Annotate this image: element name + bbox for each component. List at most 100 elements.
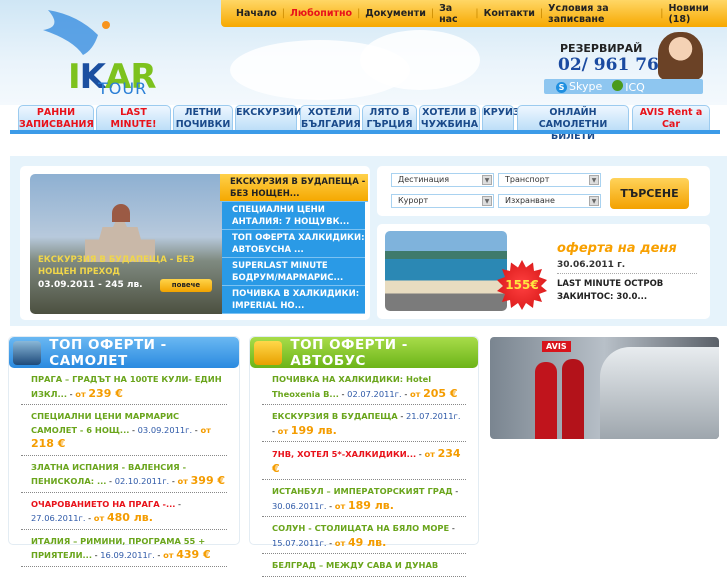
- offer-date: 16.09.2011г.: [100, 550, 155, 560]
- nav-separator: |: [539, 8, 544, 19]
- offer-from-label: от: [177, 476, 188, 486]
- car-image: [600, 347, 719, 439]
- bus-icon: [254, 340, 283, 365]
- logo[interactable]: IKAR TOUR: [38, 5, 178, 100]
- offer-price: 399 €: [190, 474, 226, 487]
- offer-from-label: от: [334, 500, 346, 511]
- offer-from-label: от: [93, 513, 105, 523]
- nav-tab[interactable]: ЕКСКУРЗИИ: [235, 105, 302, 132]
- parliament-dome: [112, 204, 130, 222]
- wing-icon: [43, 10, 110, 55]
- topnav-link[interactable]: Начало: [236, 8, 277, 19]
- slide-date-price: 03.09.2011 - 245 лв.: [38, 280, 143, 290]
- offer-title-link[interactable]: СОЛУН - СТОЛИЦАТА НА БЯЛО МОРЕ: [272, 523, 449, 533]
- avis-staff-image: [562, 359, 584, 439]
- slider-list-item[interactable]: СПЕЦИАЛНИ ЦЕНИ АНТАЛИЯ: 7 НОЩУВК...: [222, 202, 365, 230]
- reserve-label: РЕЗЕРВИРАЙ: [560, 42, 643, 55]
- nav-tab[interactable]: РАННИ ЗАПИСВАНИЯ: [18, 105, 94, 132]
- nav-tab[interactable]: ЛЕТНИ ПОЧИВКИ: [173, 105, 233, 132]
- avis-logo: AVIS: [542, 341, 571, 352]
- offer-price: 189 лв.: [347, 498, 394, 512]
- topnav-link[interactable]: Новини (18): [668, 3, 727, 25]
- offer-from-label: от: [75, 388, 86, 399]
- slide-caption: ЕКСКУРЗИЯ В БУДАПЕЩА - БЕЗ НОЩЕН ПРЕХОД: [38, 255, 195, 277]
- logo-subtext: TOUR: [98, 79, 148, 98]
- search-button[interactable]: ТЪРСЕНЕ: [610, 178, 689, 209]
- topnav-link[interactable]: Документи: [365, 8, 426, 19]
- slider-image[interactable]: ЕКСКУРЗИЯ В БУДАПЕЩА - БЕЗ НОЩЕН ПРЕХОД …: [30, 174, 223, 314]
- meals-select[interactable]: Изхранване ▼: [498, 194, 601, 208]
- slider-list-item[interactable]: SUPERLAST MINUTE БОДРУМ/МАРМАРИС...: [222, 258, 365, 286]
- airplane-icon: [13, 340, 42, 365]
- offer-item: 7НВ, ХОТЕЛ 5*-ХАЛКИДИКИ... - от 234 €: [262, 442, 466, 480]
- offer-from-label: от: [409, 388, 421, 399]
- offer-item: ПОЧИВКА НА ХАЛКИДИКИ: Hotel Theoxenia B.…: [262, 368, 466, 405]
- offer-date: 02.10.2011г.: [114, 476, 170, 486]
- nav-separator: |: [281, 8, 285, 19]
- plane-offers-column: ТОП ОФЕРТИ - САМОЛЕТ ПРАГА – ГРАДЪТ НА 1…: [8, 336, 240, 567]
- nav-tab[interactable]: ХОТЕЛИ БЪЛГАРИЯ: [300, 105, 361, 132]
- dropdown-arrow-icon: ▼: [482, 175, 492, 185]
- deal-date: 30.06.2011 г.: [557, 260, 626, 270]
- nav-tab[interactable]: AVIS Rent a Car: [632, 105, 710, 132]
- offer-title-link[interactable]: ПРАГА – ГРАДЪТ НА 100ТЕ КУЛИ- ЕДИН ИЗКЛ.…: [31, 374, 222, 399]
- messenger-bar: S Skype ICQ: [544, 79, 703, 94]
- offer-from-label: от: [424, 449, 435, 459]
- offer-title-link[interactable]: 7НВ, ХОТЕЛ 5*-ХАЛКИДИКИ...: [272, 449, 416, 459]
- tab-bar-divider: [10, 130, 720, 134]
- nav-tab[interactable]: LAST MINUTE!: [96, 105, 171, 132]
- offer-title-link[interactable]: ОЧАРОВАНИЕТО НА ПРАГА -...: [31, 499, 175, 509]
- dropdown-arrow-icon: ▼: [589, 175, 599, 185]
- nav-separator: |: [430, 8, 435, 19]
- nav-tab[interactable]: ЛЯТО В ГЪРЦИЯ: [362, 105, 417, 132]
- slider-list-item[interactable]: ЕКСКУРЗИЯ В БУДАПЕЩА - БЕЗ НОЩЕН...: [220, 174, 368, 202]
- offer-date: 30.06.2011г.: [272, 500, 327, 511]
- offer-item: ПРАГА – ГРАДЪТ НА 100ТЕ КУЛИ- ЕДИН ИЗКЛ.…: [21, 368, 227, 405]
- offer-from-label: от: [163, 550, 174, 560]
- offer-date: 03.09.2011г.: [137, 424, 193, 435]
- offer-date: 02.07.2011г.: [347, 388, 402, 399]
- deal-text[interactable]: LAST MINUTE ОСТРОВ ЗАКИНТОС: 30.0...: [557, 278, 697, 304]
- topnav-link[interactable]: Условия за записване: [548, 3, 655, 25]
- dropdown-arrow-icon: ▼: [482, 196, 492, 206]
- avis-banner[interactable]: AVIS: [490, 337, 719, 439]
- offer-title-link[interactable]: БЕЛГРАД – МЕЖДУ САВА И ДУНАВ: [272, 560, 438, 570]
- divider: [557, 273, 697, 274]
- offer-item: ЗЛАТНА ИСПАНИЯ - ВАЛЕНСИЯ - ПЕНИСКОЛА: .…: [21, 456, 227, 493]
- offer-item: ИТАЛИЯ – РИМИНИ, ПРОГРАМА 55 + ПРИЯТЕЛИ.…: [21, 530, 227, 567]
- topnav-link[interactable]: Любопитно: [290, 8, 352, 19]
- top-navigation: Начало | Любопитно | Документи | За нас | Контак…: [221, 0, 727, 27]
- dropdown-arrow-icon: ▼: [589, 196, 599, 206]
- offer-item: СОЛУН - СТОЛИЦАТА НА БЯЛО МОРЕ - 15.07.2…: [262, 517, 466, 554]
- nav-tab[interactable]: ОНЛАЙН САМОЛЕТНИ БИЛЕТИ: [517, 105, 629, 142]
- topnav-link[interactable]: Контакти: [484, 8, 535, 19]
- offer-item: ОЧАРОВАНИЕТО НА ПРАГА -... - 27.06.2011г…: [21, 493, 227, 530]
- offer-from-label: от: [334, 537, 346, 548]
- offer-price: 49 лв.: [347, 535, 387, 549]
- skype-icon: S: [556, 82, 567, 93]
- offer-from-label: от: [200, 424, 211, 435]
- icq-link[interactable]: ICQ: [612, 79, 645, 94]
- resort-select[interactable]: Курорт ▼: [391, 194, 494, 208]
- nav-separator: |: [660, 8, 664, 19]
- topnav-link[interactable]: За нас: [439, 3, 470, 25]
- plane-offers-header: ТОП ОФЕРТИ - САМОЛЕТ: [9, 337, 239, 369]
- offer-date: 27.06.2011г.: [31, 513, 86, 523]
- nav-tab[interactable]: ХОТЕЛИ В ЧУЖБИНА: [419, 105, 480, 132]
- slider-list-item[interactable]: ПОЧИВКА В ХАЛКИДИКИ: IMPERIAL НО...: [222, 286, 365, 314]
- slider-list: ЕКСКУРЗИЯ В БУДАПЕЩА - БЕЗ НОЩЕН... СПЕЦИ…: [220, 174, 368, 314]
- deal-title: оферта на деня: [557, 241, 677, 256]
- offer-item: СПЕЦИАЛНИ ЦЕНИ МАРМАРИС САМОЛЕТ - 6 НОЩ.…: [21, 405, 227, 456]
- offer-title-link[interactable]: ЕКСКУРЗИЯ В БУДАПЕЩА: [272, 411, 398, 421]
- offer-title-link[interactable]: ИСТАНБУЛ – ИМПЕРАТОРСКИЯТ ГРАД: [272, 486, 453, 496]
- more-button[interactable]: повече: [160, 279, 212, 292]
- deal-image[interactable]: [385, 231, 507, 311]
- skype-link[interactable]: S Skype: [556, 80, 602, 93]
- slider-list-item[interactable]: ТОП ОФЕРТА ХАЛКИДИКИ: АВТОБУСНА ...: [222, 230, 365, 258]
- avis-staff-image: [535, 362, 557, 439]
- offer-item: ИСТАНБУЛ – ИМПЕРАТОРСКИЯТ ГРАД - 30.06.2…: [262, 480, 466, 517]
- nav-tab[interactable]: КРУИЗИ: [482, 105, 528, 132]
- transport-select[interactable]: Транспорт ▼: [498, 173, 601, 187]
- destination-select[interactable]: Дестинация ▼: [391, 173, 494, 187]
- offer-date: 21.07.2011г.: [405, 411, 461, 421]
